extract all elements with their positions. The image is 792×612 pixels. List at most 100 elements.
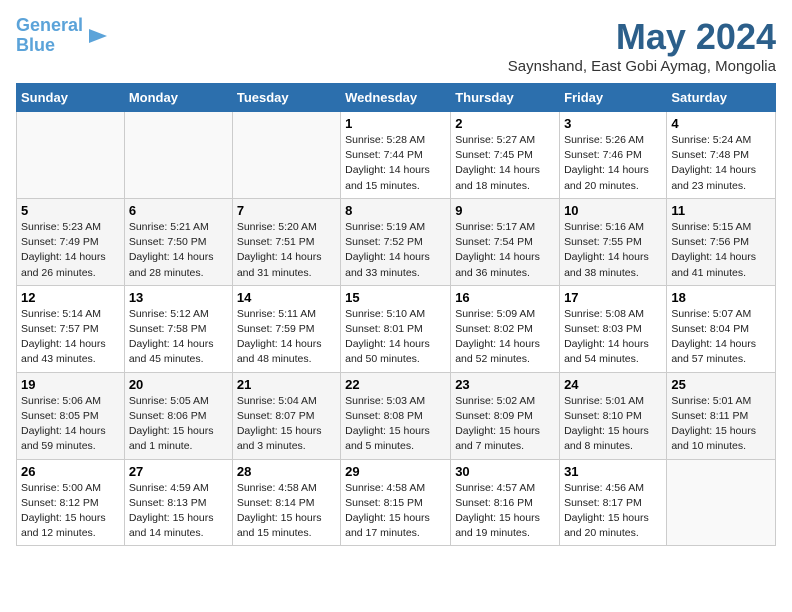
day-info: Sunrise: 4:56 AM Sunset: 8:17 PM Dayligh… [564,481,662,542]
day-number: 29 [345,464,446,479]
day-number: 31 [564,464,662,479]
day-info: Sunrise: 5:24 AM Sunset: 7:48 PM Dayligh… [671,133,771,194]
day-info: Sunrise: 5:00 AM Sunset: 8:12 PM Dayligh… [21,481,120,542]
location-subtitle: Saynshand, East Gobi Aymag, Mongolia [508,58,776,75]
calendar-cell: 28 Sunrise: 4:58 AM Sunset: 8:14 PM Dayli… [232,459,340,546]
day-number: 26 [21,464,120,479]
day-number: 12 [21,290,120,305]
day-number: 16 [455,290,555,305]
header-friday: Friday [560,84,667,112]
week-row-2: 5Sunrise: 5:23 AM Sunset: 7:49 PM Daylig… [17,198,776,285]
day-number: 11 [671,203,771,218]
day-number: 7 [237,203,336,218]
calendar-cell: 4 Sunrise: 5:24 AM Sunset: 7:48 PM Daylig… [667,112,776,199]
day-number: 23 [455,377,555,392]
day-number: 27 [129,464,228,479]
day-info: Sunrise: 5:27 AM Sunset: 7:45 PM Dayligh… [455,133,555,194]
day-info: Sunrise: 5:19 AM Sunset: 7:52 PM Dayligh… [345,220,446,281]
day-number: 14 [237,290,336,305]
calendar-table: SundayMondayTuesdayWednesdayThursdayFrid… [16,83,776,546]
day-info: Sunrise: 5:20 AM Sunset: 7:51 PM Dayligh… [237,220,336,281]
day-info: Sunrise: 5:01 AM Sunset: 8:10 PM Dayligh… [564,394,662,455]
calendar-cell: 8Sunrise: 5:19 AM Sunset: 7:52 PM Daylig… [341,198,451,285]
calendar-cell: 12 Sunrise: 5:14 AM Sunset: 7:57 PM Dayli… [17,285,125,372]
header-thursday: Thursday [451,84,560,112]
calendar-cell: 29 Sunrise: 4:58 AM Sunset: 8:15 PM Dayli… [341,459,451,546]
day-info: Sunrise: 5:04 AM Sunset: 8:07 PM Dayligh… [237,394,336,455]
day-info: Sunrise: 5:26 AM Sunset: 7:46 PM Dayligh… [564,133,662,194]
calendar-cell: 27 Sunrise: 4:59 AM Sunset: 8:13 PM Dayli… [124,459,232,546]
day-number: 3 [564,116,662,131]
day-number: 4 [671,116,771,131]
calendar-cell: 18 Sunrise: 5:07 AM Sunset: 8:04 PM Dayli… [667,285,776,372]
day-number: 30 [455,464,555,479]
calendar-cell: 22 Sunrise: 5:03 AM Sunset: 8:08 PM Dayli… [341,372,451,459]
day-number: 6 [129,203,228,218]
day-info: Sunrise: 5:28 AM Sunset: 7:44 PM Dayligh… [345,133,446,194]
day-number: 24 [564,377,662,392]
calendar-header-row: SundayMondayTuesdayWednesdayThursdayFrid… [17,84,776,112]
day-info: Sunrise: 4:58 AM Sunset: 8:15 PM Dayligh… [345,481,446,542]
logo: General Blue [16,16,109,56]
calendar-cell: 17Sunrise: 5:08 AM Sunset: 8:03 PM Dayli… [560,285,667,372]
calendar-cell: 23 Sunrise: 5:02 AM Sunset: 8:09 PM Dayli… [451,372,560,459]
week-row-5: 26 Sunrise: 5:00 AM Sunset: 8:12 PM Dayli… [17,459,776,546]
day-number: 18 [671,290,771,305]
calendar-cell [667,459,776,546]
month-title: May 2024 [508,16,776,58]
day-number: 28 [237,464,336,479]
day-info: Sunrise: 5:02 AM Sunset: 8:09 PM Dayligh… [455,394,555,455]
day-info: Sunrise: 5:21 AM Sunset: 7:50 PM Dayligh… [129,220,228,281]
header-sunday: Sunday [17,84,125,112]
day-info: Sunrise: 5:11 AM Sunset: 7:59 PM Dayligh… [237,307,336,368]
calendar-cell: 1 Sunrise: 5:28 AM Sunset: 7:44 PM Daylig… [341,112,451,199]
calendar-cell: 6 Sunrise: 5:21 AM Sunset: 7:50 PM Daylig… [124,198,232,285]
calendar-cell: 19Sunrise: 5:06 AM Sunset: 8:05 PM Dayli… [17,372,125,459]
day-number: 17 [564,290,662,305]
day-info: Sunrise: 5:09 AM Sunset: 8:02 PM Dayligh… [455,307,555,368]
day-info: Sunrise: 4:58 AM Sunset: 8:14 PM Dayligh… [237,481,336,542]
logo-text: General Blue [16,16,83,56]
calendar-cell: 9Sunrise: 5:17 AM Sunset: 7:54 PM Daylig… [451,198,560,285]
title-section: May 2024 Saynshand, East Gobi Aymag, Mon… [508,16,776,75]
calendar-cell: 31 Sunrise: 4:56 AM Sunset: 8:17 PM Dayli… [560,459,667,546]
header-saturday: Saturday [667,84,776,112]
day-number: 22 [345,377,446,392]
day-number: 1 [345,116,446,131]
day-info: Sunrise: 5:12 AM Sunset: 7:58 PM Dayligh… [129,307,228,368]
header-wednesday: Wednesday [341,84,451,112]
day-number: 10 [564,203,662,218]
day-number: 15 [345,290,446,305]
logo-arrow-icon [87,25,109,47]
day-info: Sunrise: 4:59 AM Sunset: 8:13 PM Dayligh… [129,481,228,542]
day-number: 25 [671,377,771,392]
day-number: 13 [129,290,228,305]
day-number: 20 [129,377,228,392]
day-info: Sunrise: 5:10 AM Sunset: 8:01 PM Dayligh… [345,307,446,368]
day-number: 9 [455,203,555,218]
calendar-cell: 7 Sunrise: 5:20 AM Sunset: 7:51 PM Daylig… [232,198,340,285]
day-info: Sunrise: 5:03 AM Sunset: 8:08 PM Dayligh… [345,394,446,455]
day-info: Sunrise: 5:16 AM Sunset: 7:55 PM Dayligh… [564,220,662,281]
day-info: Sunrise: 5:14 AM Sunset: 7:57 PM Dayligh… [21,307,120,368]
calendar-cell: 5Sunrise: 5:23 AM Sunset: 7:49 PM Daylig… [17,198,125,285]
calendar-cell: 21 Sunrise: 5:04 AM Sunset: 8:07 PM Dayli… [232,372,340,459]
day-info: Sunrise: 5:05 AM Sunset: 8:06 PM Dayligh… [129,394,228,455]
calendar-cell: 15 Sunrise: 5:10 AM Sunset: 8:01 PM Dayli… [341,285,451,372]
calendar-cell: 24 Sunrise: 5:01 AM Sunset: 8:10 PM Dayli… [560,372,667,459]
calendar-cell: 13 Sunrise: 5:12 AM Sunset: 7:58 PM Dayli… [124,285,232,372]
calendar-cell: 3 Sunrise: 5:26 AM Sunset: 7:46 PM Daylig… [560,112,667,199]
calendar-cell: 20 Sunrise: 5:05 AM Sunset: 8:06 PM Dayli… [124,372,232,459]
calendar-cell: 25Sunrise: 5:01 AM Sunset: 8:11 PM Dayli… [667,372,776,459]
page-header: General Blue May 2024 Saynshand, East Go… [16,16,776,75]
week-row-1: 1 Sunrise: 5:28 AM Sunset: 7:44 PM Daylig… [17,112,776,199]
calendar-cell: 26 Sunrise: 5:00 AM Sunset: 8:12 PM Dayli… [17,459,125,546]
calendar-cell: 14 Sunrise: 5:11 AM Sunset: 7:59 PM Dayli… [232,285,340,372]
header-monday: Monday [124,84,232,112]
week-row-4: 19Sunrise: 5:06 AM Sunset: 8:05 PM Dayli… [17,372,776,459]
day-info: Sunrise: 5:23 AM Sunset: 7:49 PM Dayligh… [21,220,120,281]
day-info: Sunrise: 5:07 AM Sunset: 8:04 PM Dayligh… [671,307,771,368]
day-number: 21 [237,377,336,392]
calendar-cell: 10 Sunrise: 5:16 AM Sunset: 7:55 PM Dayli… [560,198,667,285]
calendar-cell: 16 Sunrise: 5:09 AM Sunset: 8:02 PM Dayli… [451,285,560,372]
